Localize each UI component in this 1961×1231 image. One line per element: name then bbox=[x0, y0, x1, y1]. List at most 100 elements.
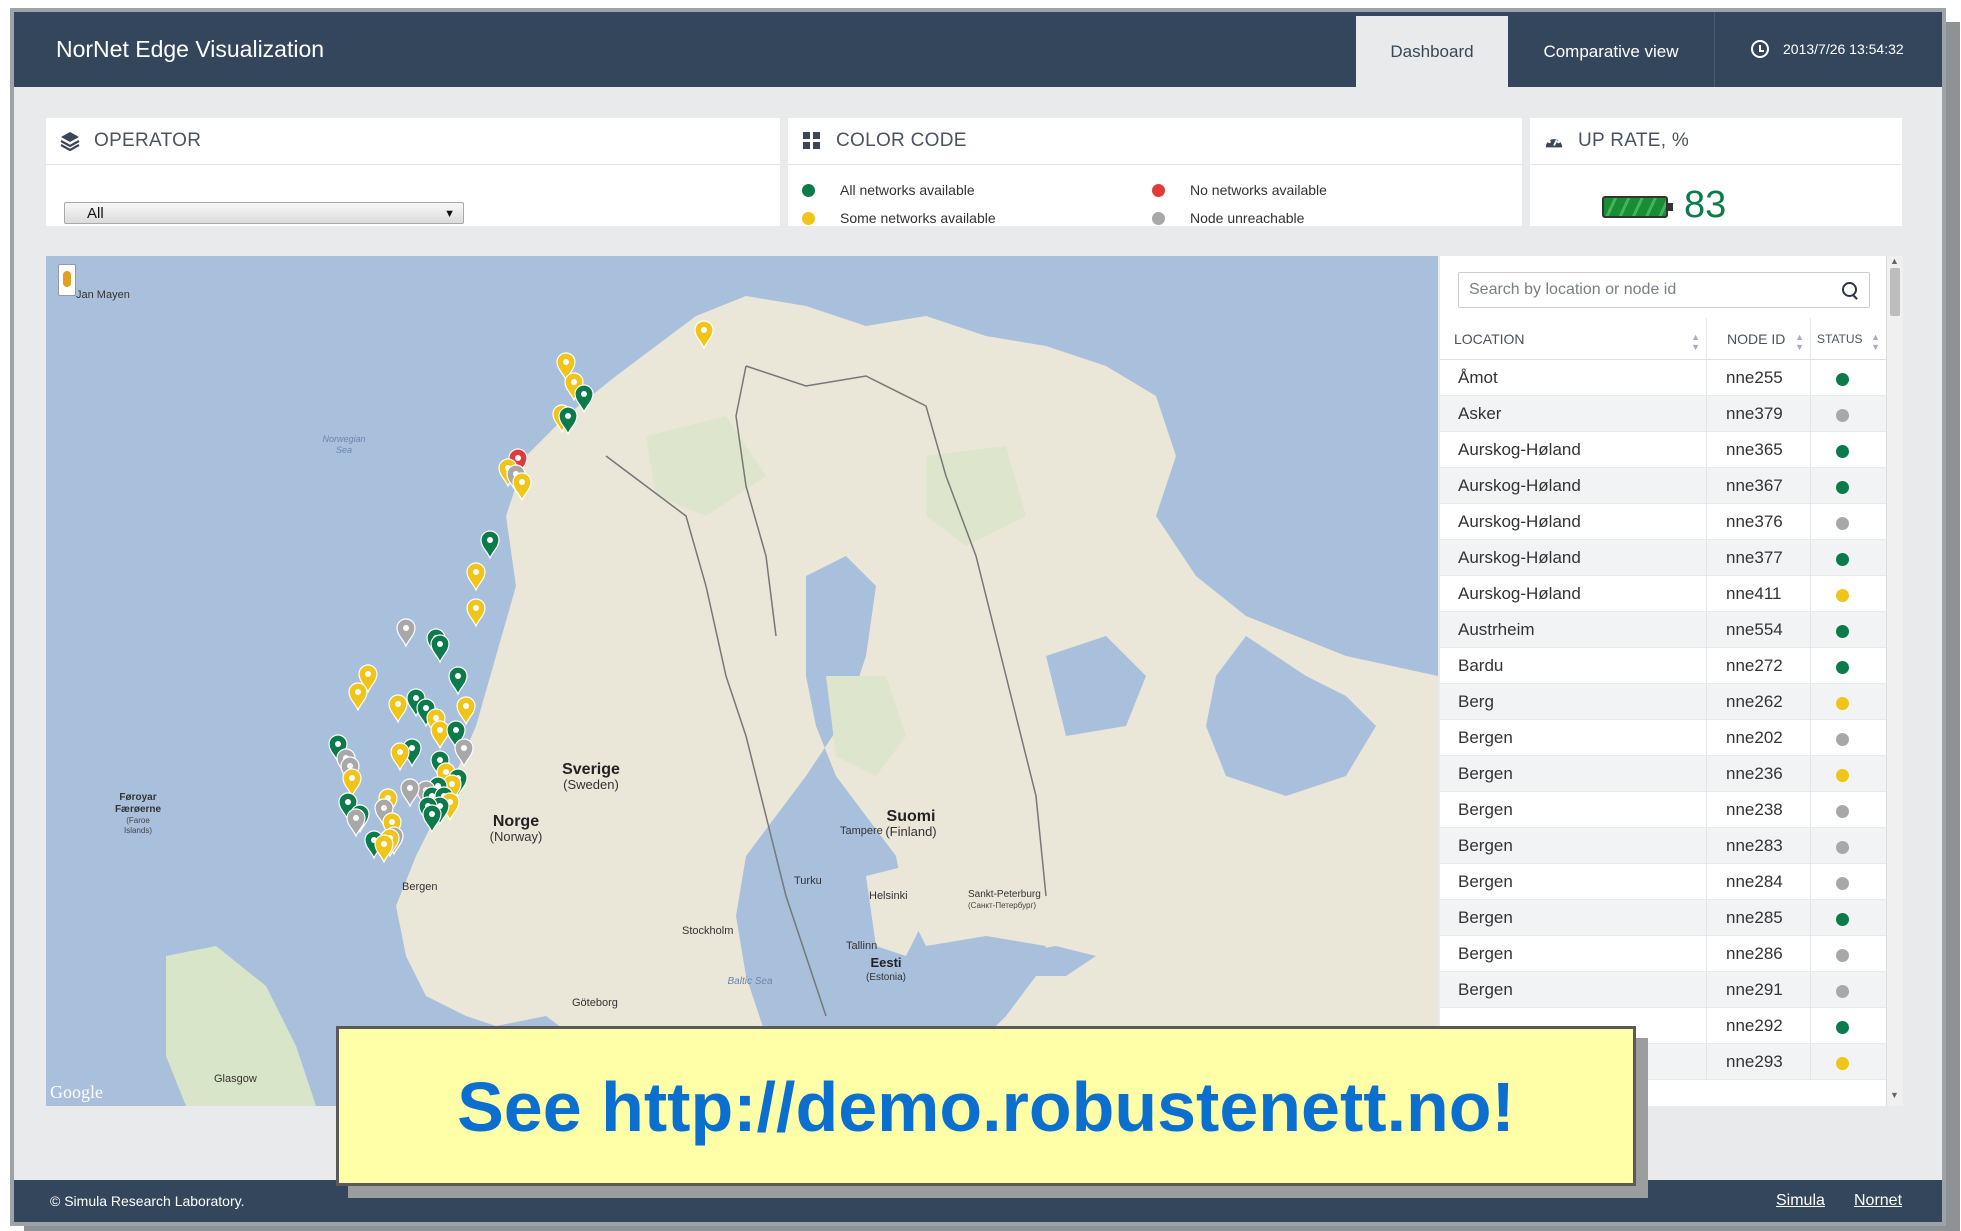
map-label-sverige: Sverige bbox=[562, 761, 620, 778]
node-marker-center bbox=[381, 841, 387, 847]
node-marker-some[interactable] bbox=[390, 742, 410, 772]
node-marker-some[interactable] bbox=[430, 720, 450, 750]
table-row[interactable]: Bardu nne272 bbox=[1440, 648, 1890, 684]
legend-all-networks: All networks available bbox=[840, 182, 975, 198]
column-divider bbox=[1706, 360, 1707, 395]
column-header-status[interactable]: STATUS ▲ ▼ bbox=[1810, 318, 1886, 360]
scroll-down-arrow-icon[interactable]: ▼ bbox=[1890, 1090, 1899, 1100]
table-row[interactable]: Bergen nne238 bbox=[1440, 792, 1890, 828]
table-row[interactable]: Bergen nne202 bbox=[1440, 720, 1890, 756]
node-marker-some[interactable] bbox=[342, 768, 362, 798]
cell-node-id: nne236 bbox=[1726, 764, 1783, 783]
table-row[interactable]: Åmot nne255 bbox=[1440, 360, 1890, 396]
column-divider bbox=[1810, 648, 1811, 683]
map-label-foroyar: Føroyar bbox=[119, 792, 156, 803]
cell-location: Aurskog-Høland bbox=[1458, 512, 1581, 531]
node-marker-center bbox=[397, 749, 403, 755]
map-label-sweden: (Sweden) bbox=[563, 777, 619, 792]
color-code-title: COLOR CODE bbox=[836, 130, 967, 151]
table-row[interactable]: Bergen nne236 bbox=[1440, 756, 1890, 792]
node-marker-center bbox=[335, 741, 341, 747]
color-code-panel-header: COLOR CODE bbox=[788, 118, 1522, 165]
node-marker-center bbox=[519, 479, 525, 485]
tab-dashboard[interactable]: Dashboard bbox=[1356, 16, 1508, 87]
tab-comparative-view[interactable]: Comparative view bbox=[1508, 16, 1714, 87]
top-bar: NorNet Edge Visualization Dashboard Comp… bbox=[14, 12, 1942, 87]
table-row[interactable]: Bergen nne284 bbox=[1440, 864, 1890, 900]
node-marker-some[interactable] bbox=[456, 696, 476, 726]
node-marker-center bbox=[473, 605, 479, 611]
column-header-node-id[interactable]: NODE ID ▲ ▼ bbox=[1706, 318, 1810, 360]
app-title: NorNet Edge Visualization bbox=[56, 36, 325, 62]
status-dot bbox=[1836, 769, 1849, 782]
search-icon[interactable] bbox=[1842, 282, 1857, 297]
search-input[interactable]: Search by location or node id bbox=[1458, 272, 1870, 308]
map-canvas[interactable]: Jan Mayen Norwegian Sea Sverige (Sweden)… bbox=[46, 256, 1438, 1106]
table-row[interactable]: Bergen nne285 bbox=[1440, 900, 1890, 936]
column-divider bbox=[1810, 360, 1811, 395]
pegman-icon[interactable] bbox=[58, 264, 76, 296]
status-dot bbox=[1836, 409, 1849, 422]
column-divider bbox=[1810, 936, 1811, 971]
table-scrollbar[interactable]: ▲ ▼ bbox=[1886, 256, 1903, 1106]
legend-dot-none bbox=[1152, 184, 1165, 197]
cell-location: Asker bbox=[1458, 404, 1502, 423]
search-placeholder: Search by location or node id bbox=[1469, 281, 1677, 298]
node-marker-some[interactable] bbox=[466, 598, 486, 628]
table-row[interactable]: Bergen nne283 bbox=[1440, 828, 1890, 864]
table-row[interactable]: Asker nne379 bbox=[1440, 396, 1890, 432]
uprate-value: 83 bbox=[1684, 184, 1727, 226]
sort-icon: ▲ ▼ bbox=[1795, 332, 1804, 352]
node-marker-center bbox=[347, 763, 353, 769]
table-row[interactable]: Aurskog-Høland nne377 bbox=[1440, 540, 1890, 576]
node-marker-unreachable[interactable] bbox=[396, 618, 416, 648]
scrollbar-thumb[interactable] bbox=[1890, 268, 1900, 316]
column-divider bbox=[1706, 972, 1707, 1007]
google-logo: Google bbox=[50, 1082, 103, 1102]
status-dot bbox=[1836, 373, 1849, 386]
node-marker-some[interactable] bbox=[388, 694, 408, 724]
column-divider bbox=[1706, 828, 1707, 863]
node-marker-center bbox=[381, 805, 387, 811]
table-row[interactable]: Bergen nne291 bbox=[1440, 972, 1890, 1008]
cell-node-id: nne285 bbox=[1726, 908, 1783, 927]
node-marker-unreachable[interactable] bbox=[400, 778, 420, 808]
node-marker-center bbox=[403, 625, 409, 631]
table-row[interactable]: Aurskog-Høland nne411 bbox=[1440, 576, 1890, 612]
status-dot bbox=[1836, 481, 1849, 494]
table-row[interactable]: Bergen nne286 bbox=[1440, 936, 1890, 972]
node-marker-all[interactable] bbox=[448, 666, 468, 696]
footer-link-simula[interactable]: Simula bbox=[1776, 1180, 1825, 1222]
operator-panel: OPERATOR All ▼ bbox=[46, 118, 780, 226]
node-marker-center bbox=[461, 745, 467, 751]
map-label-bergen: Bergen bbox=[402, 881, 437, 893]
sort-icon: ▲ ▼ bbox=[1871, 332, 1880, 352]
timestamp: 2013/7/26 13:54:32 bbox=[1783, 41, 1904, 57]
node-marker-unreachable[interactable] bbox=[346, 808, 366, 838]
node-marker-all[interactable] bbox=[480, 530, 500, 560]
operator-select[interactable]: All ▼ bbox=[64, 202, 464, 224]
map-label-sankt-peterburg-ru: (Санкт-Петербург) bbox=[968, 901, 1036, 910]
column-divider bbox=[1706, 396, 1707, 431]
cell-location: Bergen bbox=[1458, 764, 1513, 783]
table-row[interactable]: Aurskog-Høland nne367 bbox=[1440, 468, 1890, 504]
app-window: NorNet Edge Visualization Dashboard Comp… bbox=[10, 8, 1946, 1226]
node-marker-all[interactable] bbox=[430, 634, 450, 664]
table-row[interactable]: Aurskog-Høland nne376 bbox=[1440, 504, 1890, 540]
column-divider bbox=[1810, 1008, 1811, 1043]
column-divider bbox=[1810, 1044, 1811, 1079]
cell-location: Aurskog-Høland bbox=[1458, 476, 1581, 495]
table-row[interactable]: Aurskog-Høland nne365 bbox=[1440, 432, 1890, 468]
column-header-location[interactable]: LOCATION ▲ ▼ bbox=[1440, 318, 1706, 360]
node-marker-center bbox=[429, 811, 435, 817]
scroll-up-arrow-icon[interactable]: ▲ bbox=[1890, 256, 1899, 266]
map-view[interactable]: Jan Mayen Norwegian Sea Sverige (Sweden)… bbox=[46, 256, 1438, 1106]
map-label-faeroerne: Færøerne bbox=[115, 804, 162, 815]
cell-location: Bergen bbox=[1458, 908, 1513, 927]
footer-link-nornet[interactable]: Nornet bbox=[1854, 1180, 1902, 1222]
table-row[interactable]: Austrheim nne554 bbox=[1440, 612, 1890, 648]
table-row[interactable]: Berg nne262 bbox=[1440, 684, 1890, 720]
node-marker-some[interactable] bbox=[466, 562, 486, 592]
node-marker-some[interactable] bbox=[374, 834, 394, 864]
node-marker-some[interactable] bbox=[348, 682, 368, 712]
